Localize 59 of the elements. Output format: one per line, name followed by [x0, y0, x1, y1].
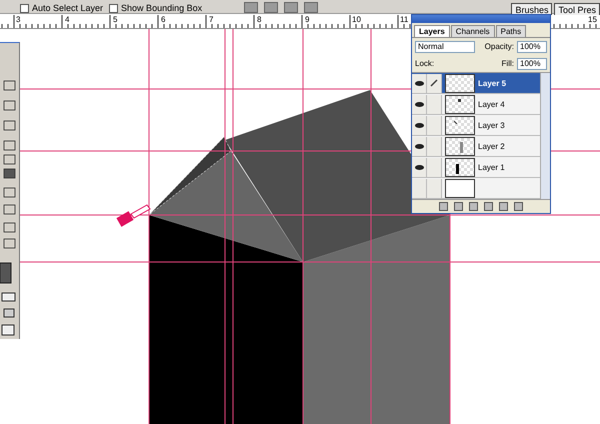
- layer-row[interactable]: Layer 2: [412, 136, 540, 157]
- link-cell[interactable]: [427, 116, 442, 134]
- visibility-toggle[interactable]: [412, 94, 427, 114]
- ruler-label: 15: [588, 15, 597, 24]
- ruler-label: 10: [352, 15, 361, 24]
- layer-row[interactable]: Layer 4: [412, 94, 540, 115]
- layer-name: Layer 3: [478, 120, 505, 130]
- lock-label: Lock:: [415, 59, 434, 68]
- fill-field[interactable]: 100%: [517, 58, 547, 70]
- visibility-toggle[interactable]: [412, 158, 427, 176]
- layer-thumbnail: [445, 74, 475, 92]
- bar-icon: [456, 164, 459, 174]
- link-cell[interactable]: [427, 158, 442, 176]
- fill-label: Fill:: [502, 59, 514, 68]
- panel-tab[interactable]: Layers: [414, 25, 450, 37]
- ruler-label: 8: [257, 15, 262, 24]
- eye-icon: [414, 122, 424, 128]
- ruler-label: 4: [65, 15, 70, 24]
- layer-row[interactable]: [412, 178, 540, 199]
- blend-mode-dropdown[interactable]: Normal: [415, 40, 475, 52]
- ruler-label: 5: [113, 15, 118, 24]
- palette-tab[interactable]: Tool Pres: [554, 3, 600, 15]
- opacity-label: Opacity:: [484, 42, 514, 51]
- link-cell[interactable]: [427, 178, 442, 198]
- ruler-label: 6: [161, 15, 166, 24]
- color-swatch-icon[interactable]: [0, 262, 12, 284]
- bar-icon: [460, 142, 463, 152]
- layer-row[interactable]: Layer 3: [412, 115, 540, 136]
- layer-row[interactable]: Layer 5: [412, 73, 540, 94]
- panel-tab[interactable]: Paths: [496, 25, 526, 37]
- scrollbar[interactable]: [540, 73, 550, 199]
- link-cell[interactable]: [427, 94, 442, 114]
- palette-tab[interactable]: Brushes: [511, 3, 552, 15]
- layer-row[interactable]: Layer 1: [412, 157, 540, 178]
- panel-tab[interactable]: Channels: [450, 25, 495, 37]
- eye-icon: [414, 80, 424, 86]
- pen-cursor-icon: [116, 204, 151, 227]
- ruler-label: 3: [16, 15, 20, 24]
- stroke-icon: [454, 120, 457, 124]
- link-cell[interactable]: [427, 74, 442, 92]
- layer-name: Layer 5: [478, 78, 506, 88]
- eye-icon: [414, 164, 424, 170]
- layer-name: Layer 1: [478, 162, 505, 172]
- option-checkbox[interactable]: Show Bounding Box: [109, 3, 202, 13]
- ruler-label: 9: [305, 15, 310, 24]
- visibility-toggle[interactable]: [412, 136, 427, 156]
- layer-thumbnail: [445, 178, 475, 198]
- layer-name: Layer 4: [478, 100, 505, 108]
- visibility-toggle[interactable]: [412, 116, 427, 134]
- ruler-label: 11: [400, 15, 408, 24]
- layer-name: Layer 2: [478, 142, 505, 150]
- link-cell[interactable]: [427, 136, 442, 156]
- visibility-toggle[interactable]: [412, 178, 427, 198]
- eye-icon: [414, 102, 424, 106]
- visibility-toggle[interactable]: [412, 74, 427, 92]
- ruler-label: 7: [209, 15, 214, 24]
- option-checkbox[interactable]: Auto Select Layer: [20, 3, 104, 13]
- opacity-field[interactable]: 100%: [517, 40, 547, 52]
- eye-icon: [414, 144, 424, 148]
